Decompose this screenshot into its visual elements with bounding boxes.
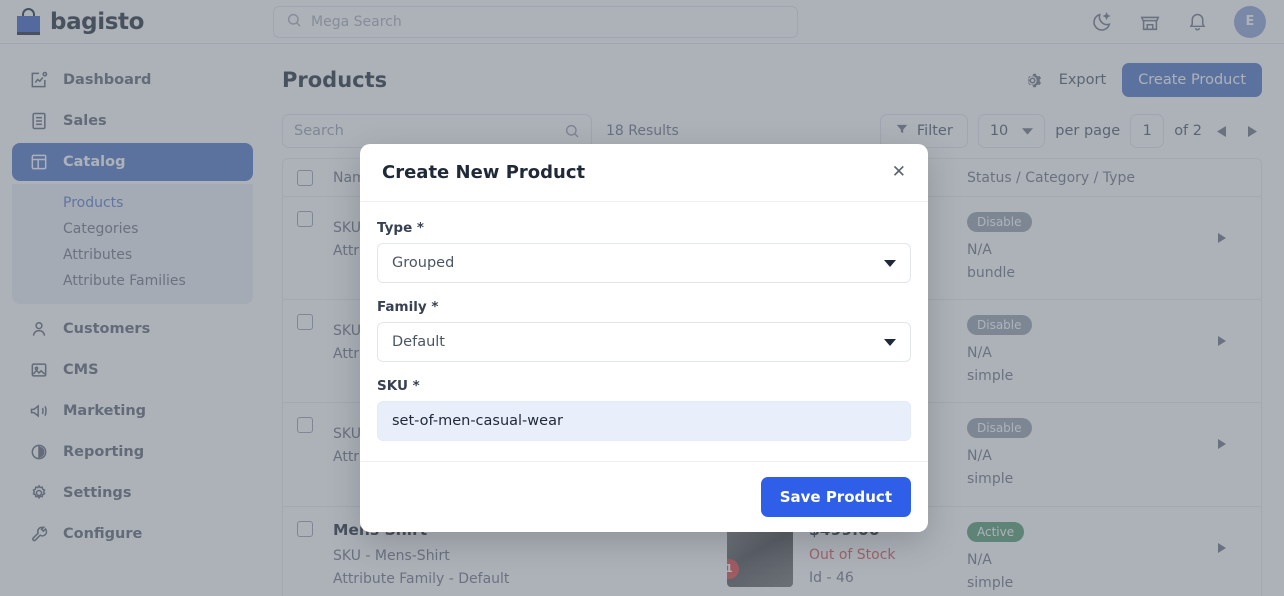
family-field: Family * Default (377, 299, 911, 362)
modal-title: Create New Product (382, 162, 586, 183)
close-icon[interactable]: ✕ (892, 164, 906, 181)
family-label: Family * (377, 299, 439, 315)
create-product-modal: Create New Product ✕ Type * Grouped Fami… (360, 144, 928, 532)
type-value: Grouped (392, 255, 455, 271)
sku-field: SKU * (377, 378, 911, 441)
family-select[interactable]: Default (377, 322, 911, 362)
type-field: Type * Grouped (377, 220, 911, 283)
chevron-down-icon (884, 334, 896, 350)
chevron-down-icon (884, 255, 896, 271)
modal-body: Type * Grouped Family * Default SKU * se… (360, 202, 928, 461)
type-label: Type * (377, 220, 424, 236)
sku-input[interactable] (377, 401, 911, 441)
modal-footer: Save Product (360, 461, 928, 532)
save-product-button[interactable]: Save Product (760, 477, 911, 517)
sku-label: SKU * (377, 378, 420, 394)
bagisto-admin-app: bagisto Mega Search (0, 0, 1284, 596)
modal-header: Create New Product ✕ (360, 144, 928, 202)
type-select[interactable]: Grouped (377, 243, 911, 283)
family-value: Default (392, 334, 445, 350)
